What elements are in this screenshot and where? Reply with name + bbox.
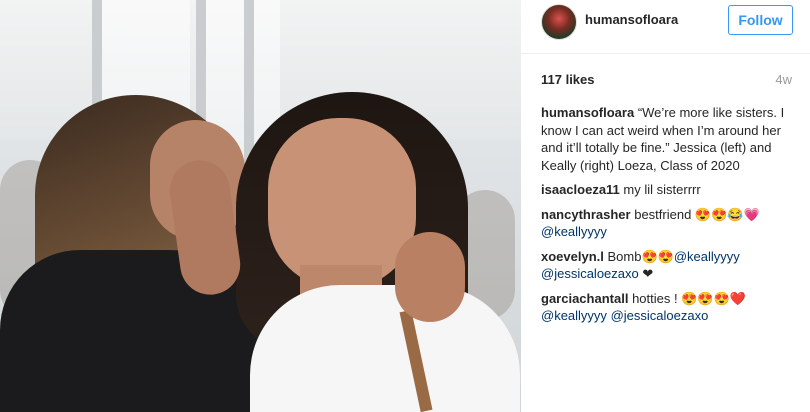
- photo-right-person-top: [250, 285, 520, 412]
- comment-username[interactable]: isaacloeza11: [541, 182, 620, 197]
- comment-item: garciachantall hotties ! 😍😍😍❤️ @keallyyy…: [541, 290, 793, 325]
- comment-mention[interactable]: @jessicaloezaxo: [541, 266, 639, 281]
- comment-item: isaacloeza11 my lil sisterrrr: [541, 181, 793, 199]
- photo-arm: [395, 232, 465, 322]
- caption: humansofloara “We’re more like sisters. …: [541, 104, 793, 174]
- comment-username[interactable]: xoevelyn.l: [541, 249, 604, 264]
- comment-mention[interactable]: @jessicaloezaxo: [611, 308, 709, 323]
- comment-mention[interactable]: @keallyyyy: [674, 249, 740, 264]
- caption-username[interactable]: humansofloara: [541, 105, 634, 120]
- comment-item: xoevelyn.l Bomb😍😍@keallyyyy @jessicaloez…: [541, 248, 793, 283]
- likes-count[interactable]: 117 likes: [541, 72, 595, 87]
- comment-username[interactable]: garciachantall: [541, 291, 628, 306]
- comment-item: nancythrasher bestfriend 😍😍😂💗 @keallyyyy: [541, 206, 793, 241]
- header-username[interactable]: humansofloara: [585, 12, 678, 27]
- post-photo[interactable]: [0, 0, 521, 412]
- comment-suffix: ❤: [642, 266, 654, 281]
- comment-username[interactable]: nancythrasher: [541, 207, 631, 222]
- post-header: humansofloara Follow: [521, 0, 810, 54]
- comment-text: hotties ! 😍😍😍❤️: [632, 290, 746, 306]
- comment-mention[interactable]: @keallyyyy: [541, 224, 607, 239]
- comment-mention[interactable]: @keallyyyy: [541, 308, 607, 323]
- comment-text: bestfriend 😍😍😂💗: [634, 206, 760, 222]
- comment-text: Bomb😍😍: [607, 248, 674, 264]
- comment-text: my lil sisterrrr: [623, 182, 701, 197]
- post-viewer: humansofloara Follow 117 likes 4w humans…: [0, 0, 810, 412]
- avatar[interactable]: [541, 4, 577, 40]
- post-side-panel: humansofloara Follow 117 likes 4w humans…: [521, 0, 810, 412]
- post-age[interactable]: 4w: [775, 72, 792, 87]
- photo-right-person-face: [268, 118, 416, 288]
- comments-list: humansofloara “We’re more like sisters. …: [541, 104, 793, 332]
- follow-button[interactable]: Follow: [728, 5, 793, 35]
